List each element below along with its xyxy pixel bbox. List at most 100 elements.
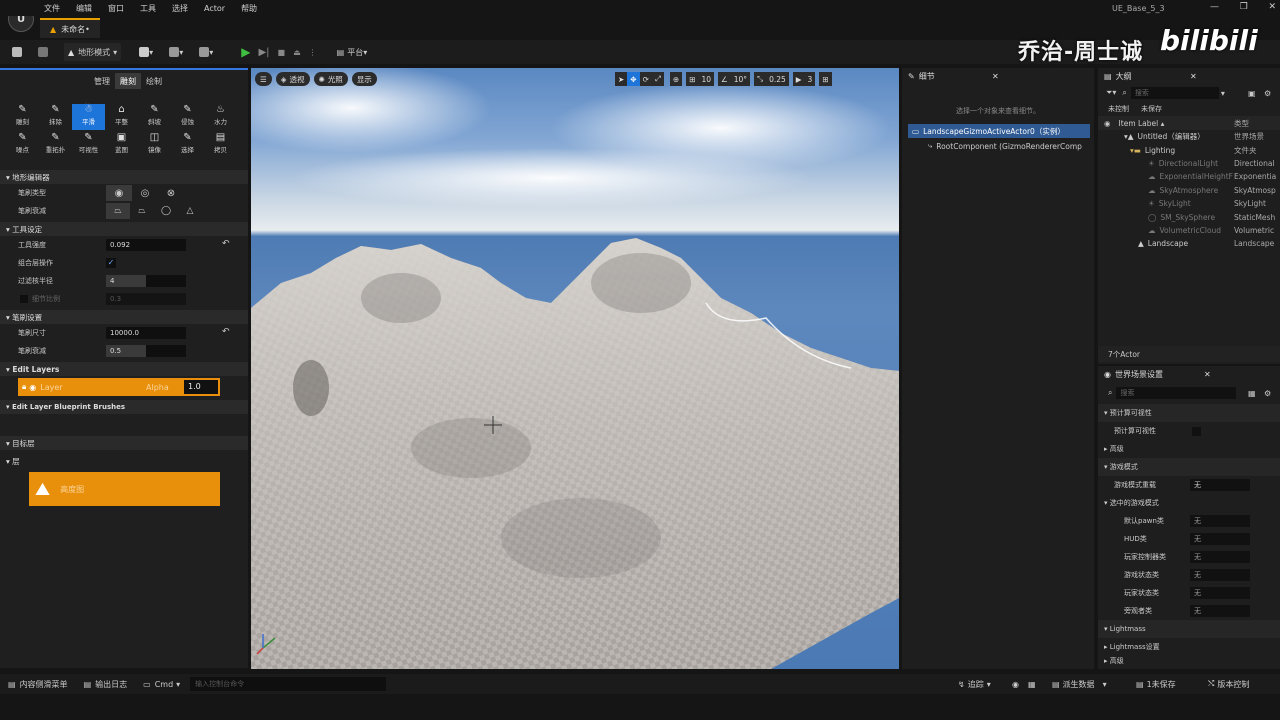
source-control-button[interactable]: ⤭ 版本控制 [1208,679,1249,690]
tool-retopo[interactable]: ✎ 重拓扑 [39,132,72,158]
play-icon[interactable]: ▶ [237,43,254,61]
add-actor-icon[interactable]: ▾ [135,43,157,61]
tool-sculpt[interactable]: ✎ 雕刻 [6,104,39,130]
tool-erosion[interactable]: ✎ 侵蚀 [171,104,204,130]
cinematics-icon[interactable]: ▾ [195,43,217,61]
section-layers[interactable]: ▾ 层 [0,454,248,468]
tool-smooth[interactable]: ☃ 平滑 [72,104,105,130]
chevron-down-icon[interactable]: ▾ [1221,89,1225,98]
falloff-tip-icon[interactable]: △ [178,203,202,219]
tool-ramp[interactable]: ✎ 斜坡 [138,104,171,130]
surface-snap-icon[interactable]: ⊞ [686,72,699,86]
section-landscape-editor[interactable]: ▾ 地形编辑器 [0,170,248,184]
world-settings-tab[interactable]: ◉ 世界场景设置 ✕ [1098,366,1280,382]
outliner-tab[interactable]: ▤ 大纲 ✕ [1098,68,1280,84]
tool-noise[interactable]: ✎ 噪点 [6,132,39,158]
component-row[interactable]: ⤷ RootComponent (GizmoRendererComp [928,138,1094,154]
tool-flatten[interactable]: ⌂ 平整 [105,104,138,130]
brush-pattern-icon[interactable]: ⊗ [158,185,184,201]
section-advanced[interactable]: ▸ 高级 [1098,440,1280,458]
section-more[interactable]: ▸ 高级 [1098,656,1280,665]
menu-help[interactable]: 帮助 [241,3,257,14]
section-target-layers[interactable]: ▾ 目标层 [0,436,248,450]
grid-view-icon[interactable]: ▦ [1248,389,1256,398]
heightmap-layer-item[interactable]: ⛰ 高度图 [29,472,220,506]
close-window-icon[interactable]: ✕ [1268,2,1276,12]
brush-alpha-icon[interactable]: ◎ [132,185,158,201]
menu-tools[interactable]: 工具 [140,3,156,14]
menu-select[interactable]: 选择 [172,3,188,14]
section-lightmass[interactable]: ▾ Lightmass [1098,620,1280,638]
tool-strength-field[interactable]: 0.092 [106,239,186,251]
settings-icon[interactable]: ⚙ [1264,389,1271,398]
select-mode-icon[interactable]: ➤ [615,72,628,86]
eject-icon[interactable]: ⏏ [289,43,305,61]
list-item[interactable]: ☀ SkyLight SkyLight [1098,197,1280,210]
section-blueprint-brushes[interactable]: ▾ Edit Layer Blueprint Brushes [0,400,248,414]
tab-sculpt[interactable]: 雕刻 [115,73,141,89]
close-icon[interactable]: ✕ [1204,370,1211,379]
scale-snap-value[interactable]: 0.25 [766,72,789,86]
world-space-icon[interactable]: ⊕ [669,72,683,86]
visibility-eye-icon[interactable]: ◉ [29,383,36,392]
falloff-smooth-icon[interactable]: ⏢ [106,203,130,219]
brush-falloff-slider[interactable]: 0.5 [106,345,186,357]
viewmodes-icon[interactable]: ▦ [1028,680,1036,689]
list-item[interactable]: ◯ SM_SkySphere StaticMesh [1098,210,1280,223]
scale-icon[interactable]: ⤢ [651,72,664,86]
brush-circle-icon[interactable]: ◉ [106,185,132,201]
row-value[interactable]: 无 [1190,515,1250,527]
alpha-field[interactable]: 1.0 [184,380,218,394]
show-button[interactable]: 显示 [351,72,377,86]
precompute-checkbox[interactable] [1192,427,1201,436]
row-value[interactable]: 无 [1190,533,1250,545]
list-item[interactable]: ☁ ExponentialHeightF Exponentia [1098,170,1280,183]
mode-dropdown[interactable]: ▲ 地形模式 ▾ [64,43,122,61]
reset-icon[interactable]: ↶ [222,239,230,249]
platforms-button[interactable]: ▤ 平台 ▾ [333,43,372,61]
console-input[interactable]: 输入控制台命令 [190,677,387,691]
trace-button[interactable]: ↯ 追踪 ▾ [958,679,991,690]
close-icon[interactable]: ✕ [992,72,999,81]
tool-erase[interactable]: ✎ 抹除 [39,104,72,130]
add-folder-icon[interactable]: ▣ [1248,89,1256,98]
close-icon[interactable]: ✕ [1190,72,1197,81]
row-value[interactable]: 无 [1190,605,1250,617]
outliner-status-2[interactable]: 未保存 [1141,104,1162,114]
tool-select[interactable]: ✎ 选择 [171,132,204,158]
reset-icon[interactable]: ↶ [222,327,230,337]
outliner-search-input[interactable]: 搜索 [1130,87,1219,99]
step-icon[interactable]: ▶| [254,43,273,61]
settings-icon[interactable]: ⚙ [1264,89,1271,98]
row-value[interactable]: 无 [1190,569,1250,581]
section-lightmass-settings[interactable]: ▸ Lightmass设置 [1098,638,1280,656]
stop-icon[interactable]: ■ [274,43,290,61]
brush-size-field[interactable]: 10000.0 [106,327,186,339]
tab-paint[interactable]: 绘制 [141,73,167,89]
filter-radius-slider[interactable]: 4 [106,275,186,287]
translate-icon[interactable]: ✥ [627,72,640,86]
cmd-dropdown[interactable]: ▭ Cmd ▾ [143,680,180,689]
save-icon[interactable] [8,43,26,61]
list-item[interactable]: ☁ SkyAtmosphere SkyAtmosp [1098,184,1280,197]
detail-scale-field[interactable]: 0.3 [106,293,186,305]
row-value[interactable]: 无 [1190,587,1250,599]
col-label-header[interactable]: Item Label ▴ [1119,119,1165,128]
section-gamemode[interactable]: ▾ 游戏模式 [1098,458,1280,476]
level-viewport[interactable]: ☰ ◈ 透视 ✺ 光照 显示 ➤ ✥ ⟳ ⤢ ⊕ ⊞ 10 ∠ 10° ⤡ 0.25… [251,68,899,669]
list-item[interactable]: ☁ VolumetricCloud Volumetric [1098,224,1280,237]
perspective-button[interactable]: ◈ 透视 [275,72,310,86]
camera-speed-value[interactable]: 3 [804,72,816,86]
list-item[interactable]: ▾▲ Untitled（编辑器） 世界场景 [1098,130,1280,143]
section-edit-layers[interactable]: ▾ Edit Layers [0,362,248,376]
list-item[interactable]: ☀ DirectionalLight Directional [1098,157,1280,170]
details-tab[interactable]: ✎ 细节 ✕ [902,68,1094,84]
derived-data-button[interactable]: ▤ 派生数据 ▾ [1052,679,1107,690]
gamemode-override-dropdown[interactable]: 无 [1190,479,1250,491]
layer-row[interactable]: 🔒︎ ◉ Layer Alpha 1.0 [0,376,248,398]
row-value[interactable]: 无 [1190,551,1250,563]
scale-snap-icon[interactable]: ⤡ [754,72,767,86]
record-icon[interactable]: ◉ [1012,680,1019,689]
angle-snap-icon[interactable]: ∠ [718,72,731,86]
list-item[interactable]: ▾▬ Lighting 文件夹 [1098,143,1280,156]
